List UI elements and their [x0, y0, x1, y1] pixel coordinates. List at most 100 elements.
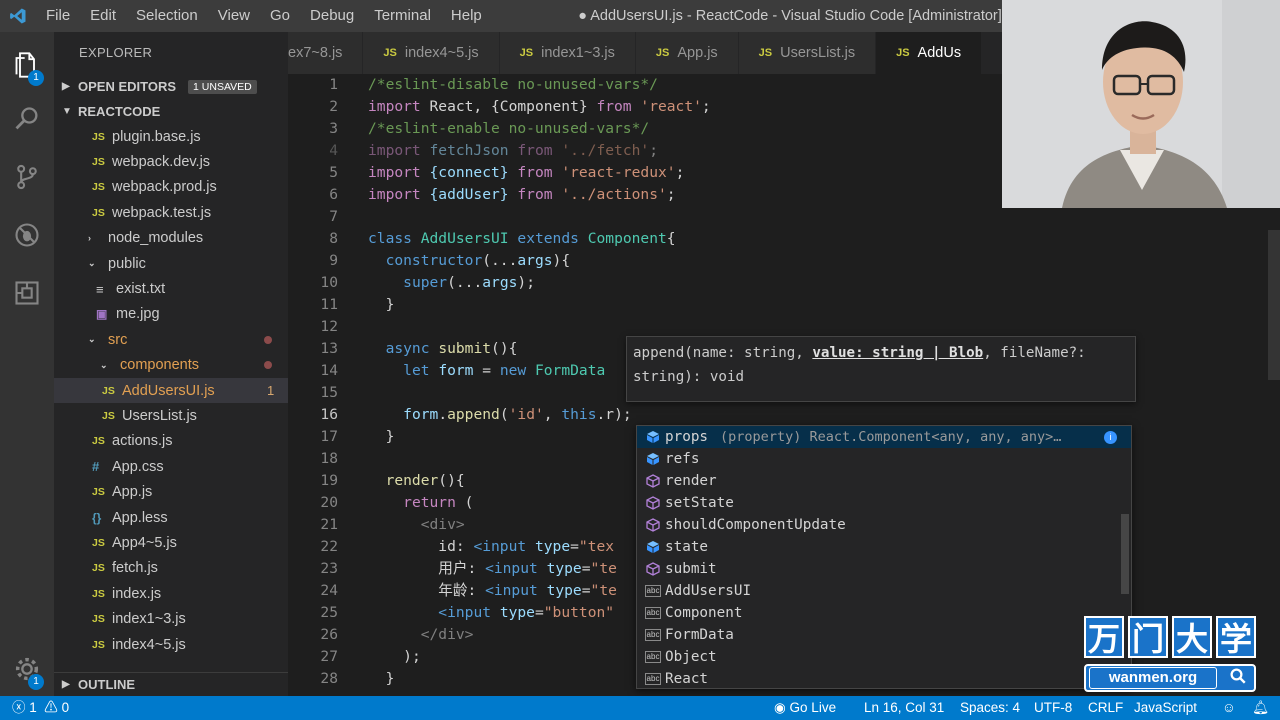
indentation[interactable]: Spaces: 4	[960, 696, 1020, 720]
suggestion-formdata[interactable]: abc FormData	[637, 624, 1131, 646]
folder-components[interactable]: ⌄ components	[54, 353, 288, 378]
suggestion-react[interactable]: abc React	[637, 668, 1131, 688]
code-line: 8 class AddUsersUI extends Component{	[288, 228, 1280, 250]
code-text: super(...args);	[368, 272, 535, 294]
open-editors-section[interactable]: ▶ OPEN EDITORS 1 UNSAVED	[54, 74, 288, 99]
source-control-icon[interactable]	[0, 152, 54, 202]
code-text: render(){	[368, 470, 465, 492]
editor-scrollbar[interactable]	[1268, 230, 1280, 380]
tab-label: App.js	[677, 45, 718, 61]
suggestion-addusersui[interactable]: abc AddUsersUI	[637, 580, 1131, 602]
code-text: import React, {Component} from 'react';	[368, 96, 711, 118]
file-app-js[interactable]: JS App.js	[54, 479, 288, 504]
notifications-bell-icon[interactable]: 🔔︎	[1252, 696, 1269, 720]
settings-gear-icon[interactable]: 1	[0, 644, 54, 694]
file-app-less[interactable]: {} App.less	[54, 505, 288, 530]
debug-icon[interactable]	[0, 210, 54, 260]
file-addusersui[interactable]: JS AddUsersUI.js 1	[54, 377, 288, 404]
menu-view[interactable]: View	[208, 0, 260, 32]
explorer-sidebar: EXPLORER ▶ OPEN EDITORS 1 UNSAVED ▼ REAC…	[54, 32, 288, 696]
suggestion-refs[interactable]: refs	[637, 448, 1131, 470]
suggestion-shouldcomponentupdate[interactable]: shouldComponentUpdate	[637, 514, 1131, 536]
tab-addusersui[interactable]: JS AddUs	[876, 32, 983, 74]
token: from	[596, 98, 632, 115]
file-exist-txt[interactable]: ≡ exist.txt	[54, 276, 288, 301]
tab-index1-3[interactable]: JS index1~3.js	[499, 32, 636, 74]
token: from	[517, 142, 553, 159]
file-app4-5[interactable]: JS App4~5.js	[54, 530, 288, 555]
encoding[interactable]: UTF-8	[1034, 696, 1072, 720]
watermark-char: 大	[1172, 616, 1212, 658]
file-plugin-base[interactable]: JS plugin.base.js	[54, 124, 288, 149]
watermark-site: wanmen.org	[1084, 664, 1256, 692]
tab-userslist[interactable]: JS UsersList.js	[738, 32, 877, 74]
explorer-icon[interactable]: 1	[0, 40, 54, 90]
go-live-button[interactable]: ◉ Go Live	[774, 696, 836, 720]
suggestion-render[interactable]: render	[637, 470, 1131, 492]
code-text: import {addUser} from '../actions';	[368, 184, 676, 206]
token: class	[368, 230, 412, 247]
menu-debug[interactable]: Debug	[300, 0, 364, 32]
file-index[interactable]: JS index.js	[54, 581, 288, 606]
line-ending[interactable]: CRLF	[1088, 696, 1123, 720]
suggestion-props[interactable]: props (property) React.Component<any, an…	[637, 426, 1131, 448]
js-file-icon: JS	[92, 613, 105, 626]
suggestion-object[interactable]: abc Object	[637, 646, 1131, 668]
wanmen-watermark-logo: 万 门 大 学 wanmen.org	[1084, 616, 1256, 694]
suggestion-submit[interactable]: submit	[637, 558, 1131, 580]
token: fetchJson	[420, 142, 518, 159]
token: render	[385, 472, 439, 489]
file-me-jpg[interactable]: ▣ me.jpg	[54, 302, 288, 327]
file-webpack-test[interactable]: JS webpack.test.js	[54, 200, 288, 225]
property-icon	[643, 451, 663, 467]
folder-node-modules[interactable]: › node_modules	[54, 226, 288, 251]
line-number: 4	[329, 142, 338, 159]
tab-app[interactable]: JS App.js	[635, 32, 739, 74]
code-text: async submit(){	[368, 338, 518, 360]
outline-section[interactable]: ▶ OUTLINE	[54, 672, 288, 696]
file-webpack-prod[interactable]: JS webpack.prod.js	[54, 175, 288, 200]
suggestion-state[interactable]: state	[637, 536, 1131, 558]
file-userslist[interactable]: JS UsersList.js	[54, 403, 288, 428]
tab-ex7-8[interactable]: ex7~8.js	[288, 32, 364, 74]
extensions-icon[interactable]	[0, 268, 54, 318]
tab-label: AddUs	[917, 45, 962, 61]
menu-help[interactable]: Help	[441, 0, 492, 32]
signature-text: , fileName?:	[983, 345, 1086, 361]
token: (	[455, 494, 474, 511]
text-abc-icon: abc	[643, 583, 663, 599]
cursor-position[interactable]: Ln 16, Col 31	[864, 696, 944, 720]
file-index4-5[interactable]: JS index4~5.js	[54, 632, 288, 657]
file-label: exist.txt	[116, 281, 166, 298]
menu-edit[interactable]: Edit	[80, 0, 126, 32]
css-file-icon: #	[92, 459, 100, 475]
menu-selection[interactable]: Selection	[126, 0, 208, 32]
file-app-css[interactable]: # App.css	[54, 454, 288, 479]
file-actions[interactable]: JS actions.js	[54, 429, 288, 454]
code-text: /*eslint-disable no-unused-vars*/	[368, 76, 658, 93]
project-section[interactable]: ▼ REACTCODE	[54, 99, 288, 124]
text-abc-icon: abc	[643, 627, 663, 643]
suggestions-scrollbar[interactable]	[1121, 514, 1129, 594]
folder-public[interactable]: ⌄ public	[54, 251, 288, 276]
token: import	[368, 142, 421, 159]
language-mode[interactable]: JavaScript	[1134, 696, 1197, 720]
problems-indicator[interactable]: ⓧ 1 ⚠ 0	[12, 696, 69, 720]
suggestion-setstate[interactable]: setState	[637, 492, 1131, 514]
folder-src[interactable]: ⌄ src	[54, 327, 288, 352]
menu-go[interactable]: Go	[260, 0, 300, 32]
feedback-smiley-icon[interactable]: ☺	[1222, 696, 1236, 720]
token: 'id'	[508, 406, 544, 423]
info-icon[interactable]: i	[1104, 430, 1117, 444]
search-icon[interactable]	[0, 94, 54, 144]
code-line: 9 constructor(...args){	[288, 250, 1280, 272]
js-file-icon: JS	[92, 435, 105, 448]
file-webpack-dev[interactable]: JS webpack.dev.js	[54, 149, 288, 174]
file-index1-3[interactable]: JS index1~3.js	[54, 606, 288, 631]
menu-file[interactable]: File	[36, 0, 80, 32]
file-fetch[interactable]: JS fetch.js	[54, 556, 288, 581]
suggestion-component[interactable]: abc Component	[637, 602, 1131, 624]
menu-terminal[interactable]: Terminal	[364, 0, 441, 32]
tab-index4-5[interactable]: JS index4~5.js	[363, 32, 500, 74]
token: id:	[438, 538, 474, 555]
